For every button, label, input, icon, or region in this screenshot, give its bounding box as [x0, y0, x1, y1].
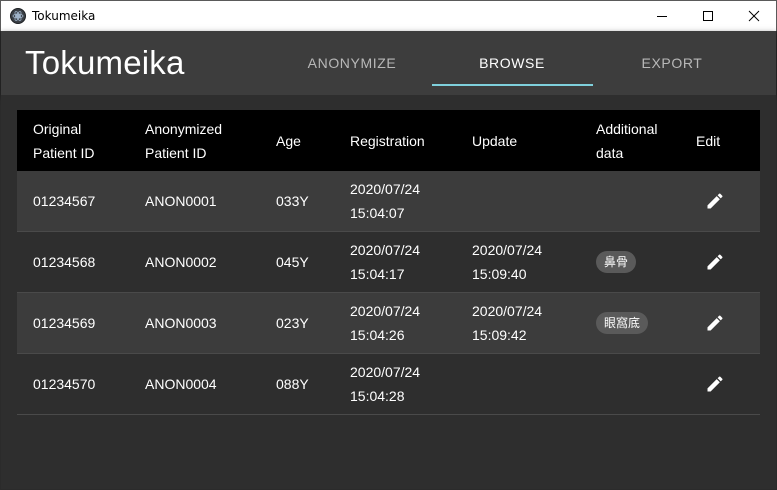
- app-icon: [10, 8, 26, 24]
- patients-table: Original Patient ID Anonymized Patient ID …: [17, 110, 760, 415]
- column-header-age[interactable]: Age: [276, 110, 301, 171]
- edit-button[interactable]: [703, 250, 727, 274]
- registration-cell: 2020/07/24 15:04:28: [350, 364, 421, 404]
- registration-cell: 2020/07/24 15:04:26: [350, 303, 421, 343]
- original-id-cell: 01234570: [33, 376, 96, 392]
- column-header-update[interactable]: Update: [472, 110, 517, 171]
- age-cell: 033Y: [276, 193, 309, 209]
- column-header-anonymized-id[interactable]: Anonymized Patient ID: [145, 110, 222, 171]
- column-header-registration[interactable]: Registration: [350, 110, 425, 171]
- pencil-icon: [707, 193, 723, 209]
- registration-cell: 2020/07/24 15:04:17: [350, 242, 421, 282]
- table-row[interactable]: 01234570 ANON0004 088Y 2020/07/24 15:04:2…: [17, 354, 760, 415]
- pencil-icon: [707, 254, 723, 270]
- column-header-original-id[interactable]: Original Patient ID: [33, 110, 94, 171]
- anonymized-id-cell: ANON0001: [145, 193, 217, 209]
- maximize-button[interactable]: [685, 1, 731, 31]
- column-header-edit: Edit: [696, 132, 721, 149]
- age-cell: 088Y: [276, 376, 309, 392]
- original-id-cell: 01234568: [33, 254, 96, 270]
- main-content: Original Patient ID Anonymized Patient ID …: [1, 95, 776, 489]
- age-cell: 023Y: [276, 315, 309, 331]
- registration-cell: 2020/07/24 15:04:07: [350, 181, 421, 221]
- tab-anonymize[interactable]: ANONYMIZE: [272, 31, 432, 95]
- original-id-cell: 01234569: [33, 315, 96, 331]
- minimize-button[interactable]: [639, 1, 685, 31]
- table-row[interactable]: 01234569 ANON0003 023Y 2020/07/24 15:04:2…: [17, 293, 760, 354]
- anonymized-id-cell: ANON0004: [145, 376, 217, 392]
- pencil-icon: [707, 376, 723, 392]
- anonymized-id-cell: ANON0002: [145, 254, 217, 270]
- additional-data-cell: 眼窩底: [596, 293, 649, 353]
- update-cell: 2020/07/24 15:09:42: [472, 303, 543, 343]
- table-header: Original Patient ID Anonymized Patient ID …: [17, 110, 760, 171]
- app-header: Tokumeika ANONYMIZE BROWSE EXPORT: [1, 31, 776, 95]
- edit-button[interactable]: [703, 372, 727, 396]
- age-cell: 045Y: [276, 254, 309, 270]
- edit-button[interactable]: [703, 311, 727, 335]
- window-titlebar[interactable]: Tokumeika: [0, 0, 777, 31]
- anonymized-id-cell: ANON0003: [145, 315, 217, 331]
- additional-data-chip[interactable]: 鼻骨: [596, 251, 637, 273]
- close-icon: [748, 10, 760, 22]
- column-header-additional-data[interactable]: Additional data: [596, 110, 658, 171]
- maximize-icon: [703, 11, 713, 21]
- close-button[interactable]: [731, 1, 777, 31]
- additional-data-cell: 鼻骨: [596, 232, 637, 292]
- update-cell: 2020/07/24 15:09:40: [472, 242, 543, 282]
- window-title: Tokumeika: [32, 9, 96, 23]
- active-tab-indicator: [432, 84, 593, 86]
- minimize-icon: [657, 16, 667, 17]
- brand-title: Tokumeika: [25, 44, 185, 81]
- table-row[interactable]: 01234567 ANON0001 033Y 2020/07/24 15:04:0…: [17, 171, 760, 232]
- edit-button[interactable]: [703, 189, 727, 213]
- table-row[interactable]: 01234568 ANON0002 045Y 2020/07/24 15:04:1…: [17, 232, 760, 293]
- additional-data-chip[interactable]: 眼窩底: [596, 312, 649, 334]
- pencil-icon: [707, 315, 723, 331]
- tab-export[interactable]: EXPORT: [592, 31, 752, 95]
- original-id-cell: 01234567: [33, 193, 96, 209]
